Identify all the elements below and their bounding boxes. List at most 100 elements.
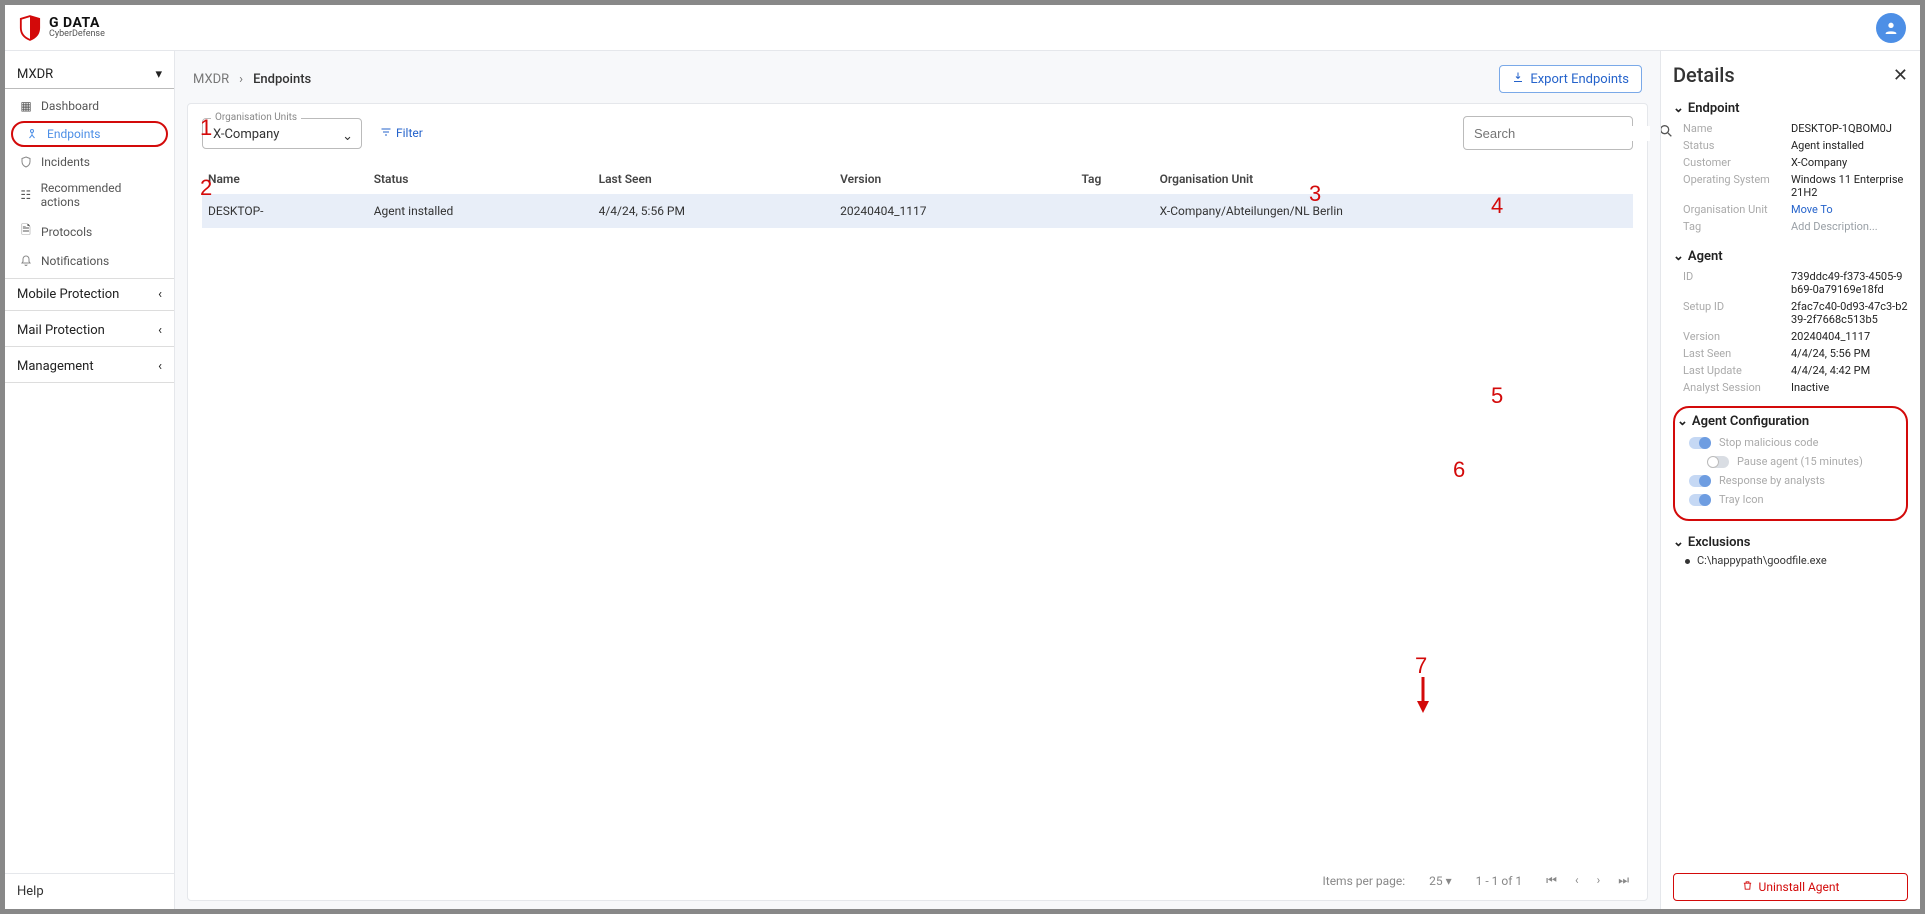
shield-logo-icon	[19, 15, 41, 41]
chevron-left-icon: ‹	[158, 323, 162, 338]
close-icon[interactable]: ✕	[1893, 65, 1908, 86]
breadcrumb-root[interactable]: MXDR	[193, 72, 229, 87]
sidebar-group-management[interactable]: Management ‹	[5, 351, 174, 383]
sidebar-group-label: Mail Protection	[17, 323, 105, 338]
shield-icon	[19, 156, 33, 168]
trash-icon	[1742, 880, 1753, 894]
endpoints-card: Organisation Units X-Company ⌄ Filter	[187, 103, 1648, 901]
chevron-down-icon: ⌄	[1673, 249, 1684, 264]
section-exclusions[interactable]: ⌄ Exclusions	[1673, 535, 1908, 550]
chevron-down-icon: ⌄	[1673, 535, 1684, 550]
toggle-response[interactable]	[1689, 475, 1711, 487]
cell-org: X-Company/Abteilungen/NL Berlin	[1154, 194, 1633, 228]
pager-prev-icon[interactable]: ‹	[1575, 873, 1579, 888]
chevron-down-icon: ⌄	[1677, 414, 1688, 429]
pager-first-icon[interactable]: ⏮	[1546, 873, 1557, 888]
agent-last-seen: 4/4/24, 5:56 PM	[1791, 347, 1870, 360]
filter-button[interactable]: Filter	[380, 126, 423, 141]
uninstall-label: Uninstall Agent	[1759, 880, 1840, 894]
export-endpoints-button[interactable]: Export Endpoints	[1499, 65, 1642, 93]
table-row[interactable]: DESKTOP- Agent installed 4/4/24, 5:56 PM…	[202, 194, 1633, 228]
toggle-pause-agent[interactable]	[1707, 456, 1729, 468]
toggle-stop-malicious[interactable]	[1689, 437, 1711, 449]
uninstall-agent-button[interactable]: Uninstall Agent	[1673, 873, 1908, 901]
sidebar-item-notifications[interactable]: Notifications	[5, 248, 174, 274]
export-button-label: Export Endpoints	[1530, 72, 1629, 87]
sidebar-group-mobile[interactable]: Mobile Protection ‹	[5, 278, 174, 311]
agent-version: 20240404_1117	[1791, 330, 1870, 343]
sidebar-item-dashboard[interactable]: ▦ Dashboard	[5, 93, 174, 119]
toggle-label: Tray Icon	[1719, 493, 1764, 506]
search-input[interactable]	[1474, 126, 1650, 141]
details-title: Details	[1673, 63, 1735, 87]
org-unit-select[interactable]: Organisation Units X-Company ⌄	[202, 118, 362, 149]
th-org[interactable]: Organisation Unit	[1154, 164, 1633, 194]
details-panel: Details ✕ ⌄ Endpoint NameDESKTOP-1QBOM0J…	[1660, 51, 1920, 909]
checklist-icon: ☷	[19, 188, 33, 202]
sidebar-item-label: Recommended actions	[41, 181, 160, 209]
search-box[interactable]	[1463, 116, 1633, 150]
chevron-right-icon: ›	[239, 72, 243, 87]
agent-setup-id: 2fac7c40-0d93-47c3-b239-2f7668c513b5	[1791, 300, 1908, 326]
endpoint-icon	[25, 128, 39, 140]
th-tag[interactable]: Tag	[1076, 164, 1154, 194]
toggle-label: Stop malicious code	[1719, 436, 1818, 449]
cell-version: 20240404_1117	[834, 194, 1075, 228]
toggle-label: Pause agent (15 minutes)	[1737, 455, 1863, 468]
chevron-down-icon[interactable]: ▾	[155, 67, 162, 82]
agent-id: 739ddc49-f373-4505-9b69-0a79169e18fd	[1791, 270, 1908, 296]
chevron-left-icon: ‹	[158, 287, 162, 302]
grid-icon: ▦	[19, 99, 33, 113]
filter-label: Filter	[396, 126, 423, 140]
help-label: Help	[17, 884, 44, 899]
section-agent[interactable]: ⌄ Agent	[1673, 249, 1908, 264]
pager: Items per page: 25 ▾ 1 - 1 of 1 ⏮ ‹ › ⏭	[202, 863, 1633, 888]
sidebar-group-label: Mobile Protection	[17, 287, 119, 302]
logo-text-1: G DATA	[49, 16, 105, 30]
topbar: G DATA CyberDefense	[5, 5, 1920, 51]
exclusion-item: C:\happypath\goodfile.exe	[1673, 554, 1908, 567]
endpoints-table: Name Status Last Seen Version Tag Organi…	[202, 164, 1633, 228]
sidebar-item-label: Protocols	[41, 225, 92, 239]
pager-range: 1 - 1 of 1	[1476, 874, 1522, 888]
sidebar-item-recommended[interactable]: ☷ Recommended actions	[5, 175, 174, 215]
agent-config-heading[interactable]: ⌄ Agent Configuration	[1677, 414, 1898, 429]
chevron-down-icon: ⌄	[342, 129, 353, 144]
chevron-left-icon: ‹	[158, 359, 162, 374]
sidebar-item-label: Notifications	[41, 254, 109, 268]
agent-analyst: Inactive	[1791, 381, 1829, 394]
download-icon	[1512, 71, 1524, 87]
bell-icon	[19, 255, 33, 267]
pager-last-icon[interactable]: ⏭	[1618, 873, 1629, 888]
breadcrumb: MXDR › Endpoints	[193, 72, 311, 87]
pager-next-icon[interactable]: ›	[1597, 873, 1601, 888]
avatar[interactable]	[1876, 13, 1906, 43]
agent-last-update: 4/4/24, 4:42 PM	[1791, 364, 1870, 377]
logo-text-2: CyberDefense	[49, 30, 105, 39]
th-status[interactable]: Status	[368, 164, 593, 194]
sidebar-group-mail[interactable]: Mail Protection ‹	[5, 315, 174, 347]
ipp-select[interactable]: 25 ▾	[1429, 874, 1452, 888]
org-unit-float-label: Organisation Units	[211, 112, 301, 123]
th-version[interactable]: Version	[834, 164, 1075, 194]
sidebar-help[interactable]: Help	[5, 873, 174, 909]
th-name[interactable]: Name	[202, 164, 368, 194]
sidebar-item-protocols[interactable]: 🗎 Protocols	[5, 215, 174, 248]
th-lastseen[interactable]: Last Seen	[593, 164, 835, 194]
cell-name: DESKTOP-	[202, 194, 368, 228]
sidebar-item-endpoints[interactable]: Endpoints	[11, 121, 168, 147]
sidebar-group-label: Management	[17, 359, 94, 374]
detail-status: Agent installed	[1791, 139, 1864, 152]
person-icon	[1883, 20, 1899, 36]
toggle-tray-icon[interactable]	[1689, 494, 1711, 506]
main-content: MXDR › Endpoints Export Endpoints Organi…	[175, 51, 1660, 909]
section-agent-config: ⌄ Agent Configuration Stop malicious cod…	[1673, 406, 1908, 521]
section-endpoint[interactable]: ⌄ Endpoint	[1673, 101, 1908, 116]
logo: G DATA CyberDefense	[19, 15, 105, 41]
detail-os: Windows 11 Enterprise 21H2	[1791, 173, 1908, 199]
sidebar-item-label: Incidents	[41, 155, 90, 169]
add-tag-link[interactable]: Add Description...	[1791, 220, 1878, 233]
sidebar-item-incidents[interactable]: Incidents	[5, 149, 174, 175]
move-to-link[interactable]: Move To	[1791, 203, 1833, 216]
sidebar-section-mxdr[interactable]: MXDR ▾	[5, 57, 174, 89]
